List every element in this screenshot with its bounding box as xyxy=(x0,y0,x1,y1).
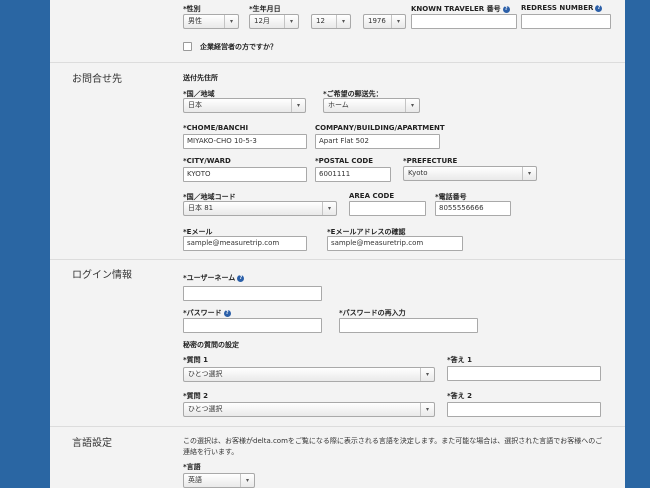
username-label: *ユーザーネーム? xyxy=(183,273,245,283)
answer-2-input[interactable] xyxy=(447,402,601,417)
dob-label: *生年月日 xyxy=(249,5,281,13)
area-code-label: AREA CODE xyxy=(349,192,395,200)
question-2-select[interactable]: ひとつ選択 ▾ xyxy=(183,402,435,417)
gender-value: 男性 xyxy=(188,17,202,25)
password-confirm-input[interactable] xyxy=(339,318,478,333)
login-section-title: ログイン情報 xyxy=(72,270,132,281)
question-1-label: *質問 1 xyxy=(183,356,208,364)
question-2-value: ひとつ選択 xyxy=(188,405,223,413)
chome-input[interactable]: MIYAKO-CHO 10-5-3 xyxy=(183,134,307,149)
question-1-value: ひとつ選択 xyxy=(188,370,223,378)
redress-input[interactable] xyxy=(521,14,611,29)
country-select[interactable]: 日本 ▾ xyxy=(183,98,306,113)
chevron-down-icon: ▾ xyxy=(336,15,350,28)
company-label: COMPANY/BUILDING/APARTMENT xyxy=(315,124,445,132)
username-input[interactable] xyxy=(183,286,322,301)
chevron-down-icon: ▾ xyxy=(224,15,238,28)
security-questions-title: 秘密の質問の設定 xyxy=(183,341,239,349)
dob-year-value: 1976 xyxy=(368,17,386,25)
country-value: 日本 xyxy=(188,101,202,109)
language-select[interactable]: 英語 ▾ xyxy=(183,473,255,488)
prefecture-select[interactable]: Kyoto ▾ xyxy=(403,166,537,181)
help-icon[interactable]: ? xyxy=(595,5,603,12)
divider xyxy=(50,259,625,260)
gender-label: *性別 xyxy=(183,5,201,13)
chevron-down-icon: ▾ xyxy=(284,15,298,28)
business-owner-checkbox[interactable] xyxy=(183,42,192,51)
prefecture-value: Kyoto xyxy=(408,169,428,177)
question-2-label: *質問 2 xyxy=(183,392,208,400)
area-code-input[interactable] xyxy=(349,201,426,216)
ktn-input[interactable] xyxy=(411,14,517,29)
city-input[interactable]: KYOTO xyxy=(183,167,307,182)
answer-1-input[interactable] xyxy=(447,366,601,381)
chevron-down-icon: ▾ xyxy=(391,15,405,28)
divider xyxy=(50,62,625,63)
mailing-preference-value: ホーム xyxy=(328,101,349,109)
phone-input[interactable]: 8055556666 xyxy=(435,201,511,216)
help-icon[interactable]: ? xyxy=(502,6,510,13)
ktn-label: KNOWN TRAVELER 番号? xyxy=(411,4,510,14)
chome-label: *CHOME/BANCHI xyxy=(183,124,249,132)
chevron-down-icon: ▾ xyxy=(405,99,419,112)
redress-label: REDRESS NUMBER? xyxy=(521,4,603,12)
chevron-down-icon: ▾ xyxy=(240,474,254,487)
country-code-value: 日本 81 xyxy=(188,204,214,212)
password-label: *パスワード? xyxy=(183,308,231,318)
postal-code-label: *POSTAL CODE xyxy=(315,157,374,165)
chevron-down-icon: ▾ xyxy=(420,403,434,416)
dob-day-select[interactable]: 12 ▾ xyxy=(311,14,351,29)
chevron-down-icon: ▾ xyxy=(522,167,536,180)
contact-section-title: お問合せ先 xyxy=(72,74,122,85)
dob-year-select[interactable]: 1976 ▾ xyxy=(363,14,406,29)
language-description: この選択は、お客様がdelta.comをご覧になる際に表示される言語を決定します… xyxy=(183,437,603,456)
mailing-address-subtitle: 送付先住所 xyxy=(183,74,218,82)
language-label: *言語 xyxy=(183,463,201,471)
answer-1-label: *答え 1 xyxy=(447,356,472,364)
help-icon[interactable]: ? xyxy=(223,310,231,317)
country-code-select[interactable]: 日本 81 ▾ xyxy=(183,201,337,216)
password-confirm-label: *パスワードの再入力 xyxy=(339,309,406,317)
chevron-down-icon: ▾ xyxy=(420,368,434,381)
password-input[interactable] xyxy=(183,318,322,333)
chevron-down-icon: ▾ xyxy=(322,202,336,215)
divider xyxy=(50,426,625,427)
gender-select[interactable]: 男性 ▾ xyxy=(183,14,239,29)
answer-2-label: *答え 2 xyxy=(447,392,472,400)
help-icon[interactable]: ? xyxy=(237,275,245,282)
company-input[interactable]: Apart Flat 502 xyxy=(315,134,440,149)
question-1-select[interactable]: ひとつ選択 ▾ xyxy=(183,367,435,382)
email-confirm-input[interactable]: sample@measuretrip.com xyxy=(327,236,463,251)
city-label: *CITY/WARD xyxy=(183,157,231,165)
registration-form-panel: *性別 男性 ▾ *生年月日 12月 ▾ 12 ▾ 1976 ▾ KNOWN T… xyxy=(50,0,625,488)
dob-day-value: 12 xyxy=(316,17,325,25)
dob-month-select[interactable]: 12月 ▾ xyxy=(249,14,299,29)
language-section-title: 言語設定 xyxy=(72,438,112,449)
chevron-down-icon: ▾ xyxy=(291,99,305,112)
email-input[interactable]: sample@measuretrip.com xyxy=(183,236,307,251)
business-owner-label: 企業経営者の方ですか？ xyxy=(200,43,277,51)
postal-code-input[interactable]: 6001111 xyxy=(315,167,391,182)
dob-month-value: 12月 xyxy=(254,17,270,25)
mailing-preference-select[interactable]: ホーム ▾ xyxy=(323,98,420,113)
language-value: 英語 xyxy=(188,476,202,484)
prefecture-label: *PREFECTURE xyxy=(403,157,458,165)
